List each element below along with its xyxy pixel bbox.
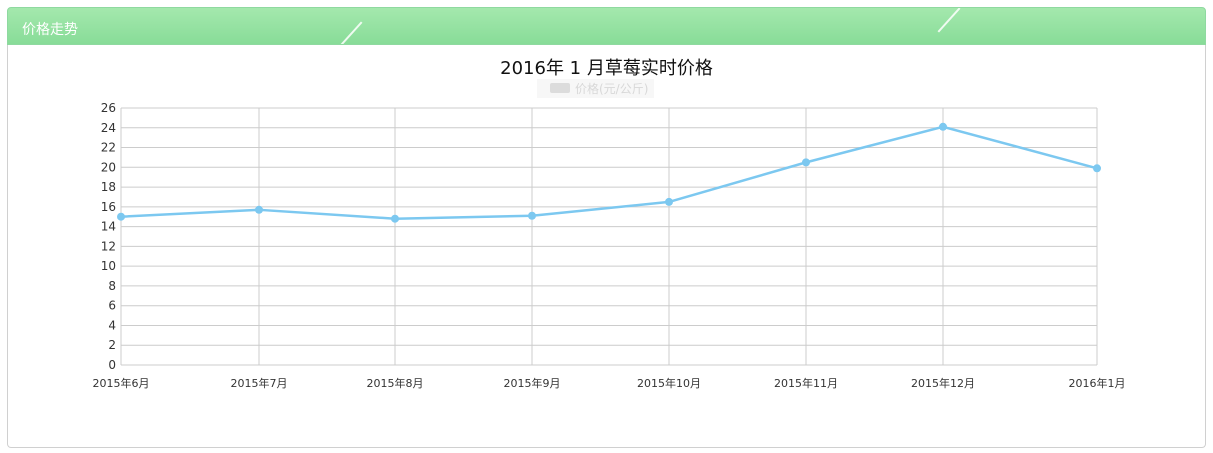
data-point: [255, 205, 263, 214]
y-tick-label: 0: [108, 358, 116, 372]
data-point: [939, 122, 947, 131]
x-tick-label: 2016年1月: [1069, 376, 1126, 390]
y-tick-label: 4: [108, 318, 116, 332]
x-tick-label: 2015年12月: [911, 376, 975, 390]
y-tick-label: 10: [101, 259, 116, 273]
x-tick-label: 2015年8月: [367, 376, 424, 390]
data-point: [391, 214, 399, 223]
y-tick-label: 2: [108, 338, 116, 352]
data-point: [1093, 164, 1101, 173]
y-tick-label: 24: [101, 121, 116, 135]
x-tick-label: 2015年9月: [504, 376, 561, 390]
y-tick-label: 6: [108, 299, 116, 313]
x-tick-label: 2015年6月: [93, 376, 150, 390]
data-point: [528, 211, 536, 220]
y-tick-label: 22: [101, 141, 116, 155]
y-tick-label: 16: [101, 200, 116, 214]
data-point: [665, 197, 673, 206]
y-tick-label: 14: [101, 220, 116, 234]
x-tick-label: 2015年11月: [774, 376, 838, 390]
x-tick-label: 2015年10月: [637, 376, 701, 390]
data-point: [117, 212, 125, 221]
y-tick-label: 8: [108, 279, 116, 293]
y-tick-label: 12: [101, 239, 116, 253]
y-tick-label: 26: [101, 101, 116, 115]
series-line: [120, 125, 1098, 220]
x-tick-label: 2015年7月: [231, 376, 288, 390]
line-chart: 024681012141618202224262015年6月 2015年7月 201…: [93, 101, 1126, 390]
y-tick-label: 20: [101, 160, 116, 174]
data-point: [802, 158, 810, 167]
y-tick-label: 18: [101, 180, 116, 194]
